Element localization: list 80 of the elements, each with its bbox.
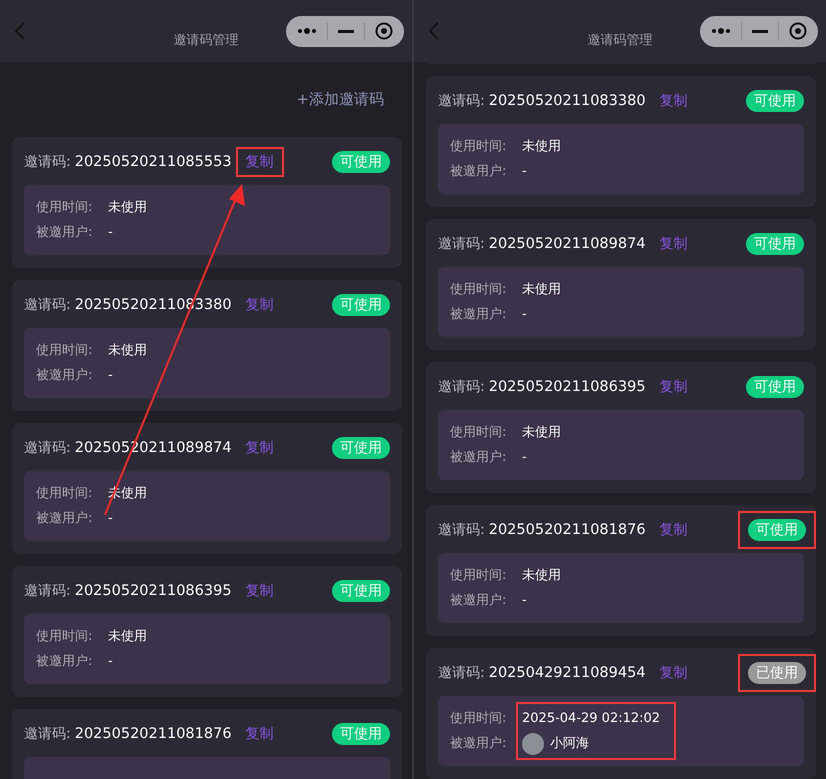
detail-label: 使用时间: [450,566,508,584]
copy-link[interactable]: 复制 [246,296,274,314]
copy-link[interactable]: 复制 [660,92,688,110]
detail-value: 未使用 [108,198,147,216]
status-badge: 可使用 [746,376,804,398]
detail-value: 未使用 [522,138,561,156]
detail-label: 使用时间: [36,342,94,360]
add-invite-button[interactable]: +添加邀请码 [296,90,384,109]
detail-value: 未使用 [108,342,147,360]
detail-value: - [108,510,113,528]
detail-label: 被邀用户: [450,162,508,180]
code-label: 邀请码: [24,296,71,314]
code-label: 邀请码: [24,582,71,600]
copy-link[interactable]: 复制 [246,582,274,600]
copy-link[interactable]: 复制 [660,521,688,539]
detail-value: 2025-04-29 02:12:02 [522,710,660,728]
detail-label: 使用时间: [36,484,94,502]
invite-code: 20250429211089454 [488,665,646,681]
copy-link[interactable]: 复制 [246,725,274,743]
status-badge: 可使用 [748,519,806,541]
detail-label: 被邀用户: [450,448,508,466]
code-label: 邀请码: [24,153,71,171]
code-label: 邀请码: [438,521,485,539]
copy-link[interactable]: 复制 [660,378,688,396]
detail-label: 使用时间: [36,198,94,216]
detail-label: 使用时间: [36,628,94,646]
status-badge: 可使用 [332,723,390,745]
copy-link[interactable]: 复制 [246,153,274,171]
code-label: 邀请码: [438,664,485,682]
status-badge: 可使用 [332,580,390,602]
detail-label: 被邀用户: [450,734,508,752]
status-badge: 可使用 [332,151,390,173]
status-badge: 可使用 [332,437,390,459]
status-badge: 可使用 [746,90,804,112]
invite-code: 20250520211089874 [488,236,646,252]
minimize-icon[interactable] [752,30,768,32]
invite-code: 20250520211085553 [74,154,232,170]
detail-label: 被邀用户: [36,224,94,242]
detail-value: - [522,306,527,324]
code-label: 邀请码: [438,92,485,110]
detail-label: 使用时间: [450,138,508,156]
detail-value: - [522,162,527,180]
invite-code: 20250520211081876 [488,522,646,538]
invite-code: 20250520211083380 [488,93,646,109]
status-badge: 可使用 [746,233,804,255]
page-title: 邀请码管理 [174,32,238,49]
copy-link[interactable]: 复制 [660,664,688,682]
detail-value: - [108,652,113,670]
detail-value: - [522,448,527,466]
copy-link[interactable]: 复制 [246,439,274,457]
detail-value: 未使用 [522,280,561,298]
detail-value: 小阿海 [550,734,589,752]
code-label: 邀请码: [24,725,71,743]
detail-value: 未使用 [522,424,561,442]
invite-code: 20250520211086395 [488,379,646,395]
detail-value: 未使用 [522,566,561,584]
detail-label: 被邀用户: [450,306,508,324]
minimize-icon[interactable] [338,30,354,32]
detail-label: 使用时间: [450,424,508,442]
detail-label: 被邀用户: [36,652,94,670]
detail-label: 被邀用户: [450,592,508,610]
detail-value: - [108,366,113,384]
detail-value: 未使用 [108,628,147,646]
detail-value: - [522,592,527,610]
code-label: 邀请码: [24,439,71,457]
more-icon[interactable] [711,28,731,34]
code-label: 邀请码: [438,378,485,396]
code-label: 邀请码: [438,235,485,253]
page-title: 邀请码管理 [588,32,652,49]
detail-value: - [108,224,113,242]
detail-label: 被邀用户: [36,510,94,528]
copy-link[interactable]: 复制 [660,235,688,253]
detail-label: 使用时间: [450,280,508,298]
detail-label: 使用时间: [450,710,508,728]
detail-label: 被邀用户: [36,366,94,384]
invite-code: 20250520211086395 [74,583,232,599]
status-badge: 可使用 [332,294,390,316]
status-badge: 已使用 [748,662,806,684]
invite-code: 20250520211081876 [74,726,232,742]
more-icon[interactable] [297,28,317,34]
